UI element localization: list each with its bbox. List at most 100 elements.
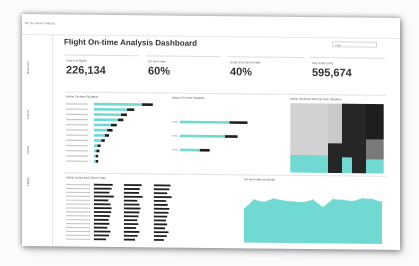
delay-bar[interactable] bbox=[96, 149, 100, 153]
delay-cancel-bar[interactable] bbox=[94, 234, 109, 237]
delay-cancel-bar[interactable] bbox=[94, 218, 109, 221]
delay-cancel-bar[interactable] bbox=[94, 226, 108, 229]
delay-cancel-bar[interactable] bbox=[154, 231, 169, 234]
delay-cancel-bar[interactable] bbox=[154, 188, 170, 191]
airline-label-placeholder bbox=[66, 113, 88, 116]
delay-cancel-bar[interactable] bbox=[94, 199, 109, 202]
airline-label-placeholder bbox=[66, 187, 90, 190]
delay-cancel-bar[interactable] bbox=[124, 226, 137, 229]
ontime-bar[interactable] bbox=[180, 148, 200, 152]
airline-label-placeholder bbox=[66, 199, 90, 201]
delay-cancel-bar[interactable] bbox=[124, 184, 142, 187]
delay-cancel-bar[interactable] bbox=[94, 191, 110, 194]
delay-cancel-bar[interactable] bbox=[124, 234, 138, 237]
delay-bar[interactable] bbox=[127, 108, 135, 111]
delay-bar[interactable] bbox=[97, 144, 101, 148]
ontime-bar[interactable] bbox=[94, 133, 105, 137]
delay-cancel-bar[interactable] bbox=[154, 184, 171, 187]
airline-label-placeholder bbox=[66, 230, 90, 233]
delay-cancel-bar[interactable] bbox=[94, 203, 111, 206]
delay-bar[interactable] bbox=[199, 148, 210, 152]
delay-cancel-bar[interactable] bbox=[94, 230, 111, 233]
delay-cancel-bar[interactable] bbox=[154, 196, 172, 199]
ontime-bar[interactable] bbox=[94, 159, 96, 163]
treemap-cell[interactable] bbox=[290, 102, 328, 156]
delay-cancel-bar[interactable] bbox=[124, 219, 138, 222]
delay-cancel-bar[interactable] bbox=[154, 227, 165, 230]
delay-cancel-bar[interactable] bbox=[124, 195, 143, 198]
treemap-cell[interactable] bbox=[366, 103, 384, 140]
treemap-cell[interactable] bbox=[342, 103, 352, 158]
delay-cancel-bar[interactable] bbox=[154, 235, 167, 238]
airline-label-placeholder bbox=[66, 183, 90, 186]
airline-label-placeholder bbox=[66, 226, 90, 229]
delay-bar[interactable] bbox=[121, 113, 127, 117]
delay-cancel-bar[interactable] bbox=[154, 203, 168, 206]
delay-bar[interactable] bbox=[118, 118, 124, 122]
delay-cancel-bar[interactable] bbox=[94, 187, 112, 190]
ontime-bar[interactable] bbox=[94, 113, 121, 117]
treemap-cell[interactable] bbox=[342, 157, 352, 174]
delay-cancel-bar[interactable] bbox=[154, 219, 167, 222]
ontime-area[interactable] bbox=[244, 197, 382, 244]
ontime-bar[interactable] bbox=[94, 144, 98, 148]
ontime-bar[interactable] bbox=[94, 139, 102, 142]
airline-label-placeholder bbox=[66, 129, 88, 131]
delay-cancel-bar[interactable] bbox=[154, 192, 168, 195]
area-point[interactable] bbox=[243, 208, 245, 210]
delay-bar[interactable] bbox=[142, 103, 153, 106]
delay-cancel-bar[interactable] bbox=[94, 222, 110, 225]
delay-cancel-bar[interactable] bbox=[154, 211, 169, 214]
airline-label-placeholder bbox=[66, 118, 88, 121]
treemap-cell[interactable] bbox=[328, 103, 342, 144]
delay-bar[interactable] bbox=[104, 134, 110, 137]
treemap-cell[interactable] bbox=[290, 154, 328, 174]
ontime-bar[interactable] bbox=[94, 118, 118, 122]
delay-cancel-bar[interactable] bbox=[94, 211, 112, 214]
dashboard-window: 00:16 | Airline Analysis Overview Airpor… bbox=[22, 14, 400, 250]
delay-cancel-bar[interactable] bbox=[154, 223, 168, 226]
treemap-cell[interactable] bbox=[328, 143, 342, 174]
delay-bar[interactable] bbox=[229, 121, 248, 124]
delay-cancel-bar[interactable] bbox=[94, 183, 113, 186]
treemap-cell[interactable] bbox=[352, 103, 366, 174]
airline-treemap bbox=[289, 102, 385, 175]
treemap-cell[interactable] bbox=[366, 139, 384, 160]
delay-cancel-bar[interactable] bbox=[124, 238, 135, 241]
airline-label-placeholder bbox=[66, 124, 88, 126]
airport-label-placeholder bbox=[172, 149, 178, 151]
delay-cancel-bar[interactable] bbox=[124, 230, 140, 233]
ontime-bar[interactable] bbox=[94, 102, 142, 106]
delay-cancel-bar[interactable] bbox=[124, 211, 140, 214]
delay-cancel-bar[interactable] bbox=[124, 207, 141, 210]
delay-cancel-bar[interactable] bbox=[94, 207, 112, 210]
delay-bar[interactable] bbox=[110, 123, 117, 127]
ontime-bar[interactable] bbox=[180, 134, 225, 138]
delay-cancel-bar[interactable] bbox=[124, 223, 139, 226]
delay-cancel-bar[interactable] bbox=[154, 239, 164, 241]
ontime-bar[interactable] bbox=[94, 107, 127, 111]
delay-bar[interactable] bbox=[95, 159, 99, 163]
airport-label-placeholder bbox=[172, 121, 178, 123]
delay-bar[interactable] bbox=[225, 135, 238, 138]
delay-cancel-bar[interactable] bbox=[94, 238, 107, 241]
ontime-bar[interactable] bbox=[180, 120, 230, 124]
delay-cancel-bar[interactable] bbox=[124, 187, 140, 190]
delay-cancel-bar[interactable] bbox=[124, 199, 138, 202]
delay-cancel-bar[interactable] bbox=[154, 200, 167, 202]
delay-cancel-bar[interactable] bbox=[124, 191, 139, 194]
ontime-bar[interactable] bbox=[94, 149, 97, 153]
delay-cancel-bar[interactable] bbox=[124, 203, 140, 206]
delay-bar[interactable] bbox=[107, 128, 113, 132]
delay-bar[interactable] bbox=[101, 139, 105, 142]
ontime-bar[interactable] bbox=[94, 128, 108, 132]
delay-bar[interactable] bbox=[95, 154, 99, 158]
delay-cancel-bar[interactable] bbox=[94, 214, 110, 217]
delay-cancel-bar[interactable] bbox=[124, 215, 139, 218]
delay-cancel-bar[interactable] bbox=[154, 215, 168, 218]
delay-cancel-bar[interactable] bbox=[154, 207, 170, 210]
delay-cancel-bar[interactable] bbox=[94, 195, 114, 198]
ontime-bar[interactable] bbox=[94, 123, 111, 127]
ontime-bar[interactable] bbox=[94, 154, 96, 158]
treemap-cell[interactable] bbox=[366, 159, 384, 174]
